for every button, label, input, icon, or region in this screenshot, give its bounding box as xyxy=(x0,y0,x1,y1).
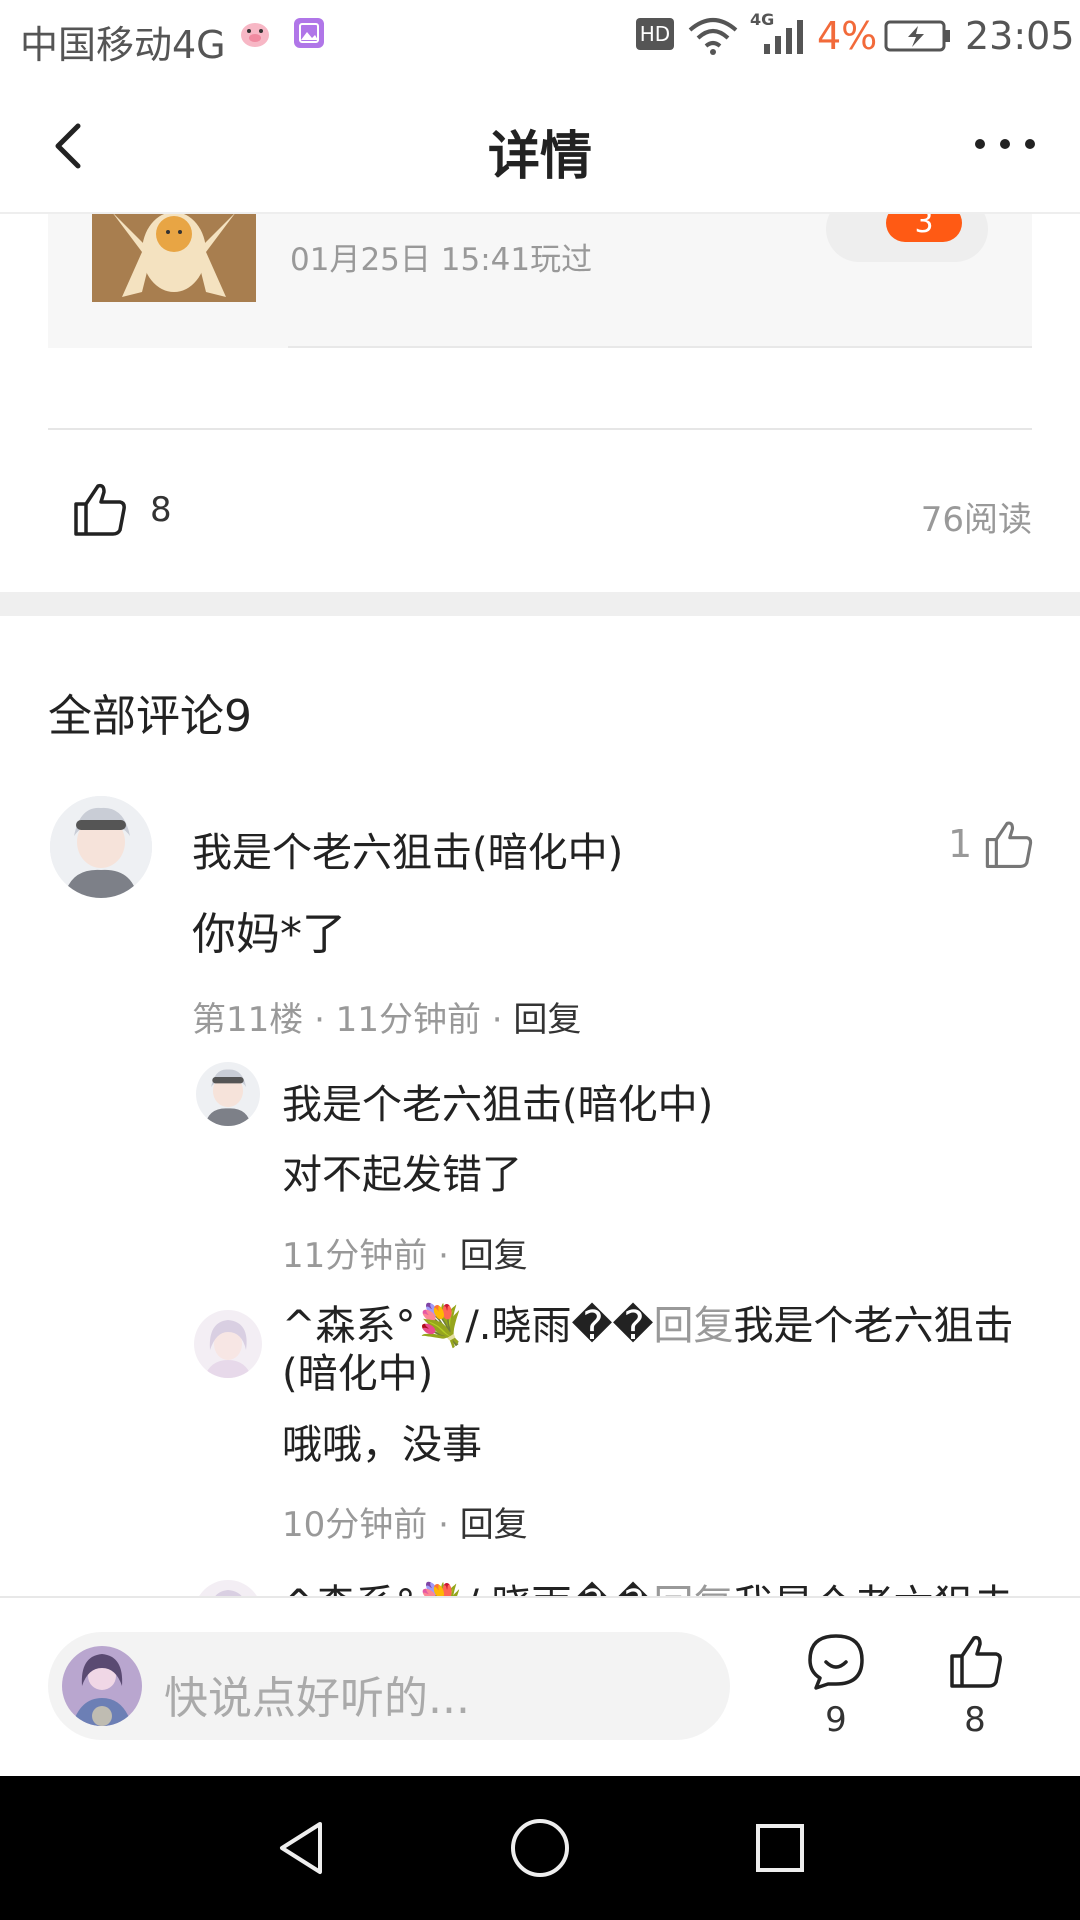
nav-recents-icon[interactable] xyxy=(748,1816,812,1884)
reply-time: 11分钟前 · xyxy=(282,1236,460,1276)
thumbs-up-icon[interactable] xyxy=(982,818,1034,874)
avatar[interactable] xyxy=(50,796,152,898)
carrier-name: 中国移动4G xyxy=(20,23,226,67)
played-time: 01月25日 15:41玩过 xyxy=(290,242,593,278)
comment-input-placeholder[interactable]: 快说点好听的... xyxy=(164,1662,470,1726)
comment-like-count: 1 xyxy=(948,822,973,866)
reply-author[interactable]: ^森系°💐/.晓雨�� xyxy=(282,1303,654,1349)
reply-author[interactable]: 我是个老六狙击(暗化中) xyxy=(282,1072,713,1130)
clock: 23:05 xyxy=(965,14,1075,58)
avatar[interactable] xyxy=(194,1310,262,1378)
reply-button[interactable]: 回复 xyxy=(460,1505,528,1545)
thumbs-up-icon[interactable] xyxy=(70,480,128,542)
signal-icon xyxy=(762,18,810,60)
hd-icon: HD xyxy=(636,18,674,50)
page-title: 详情 xyxy=(487,127,592,187)
reply-target[interactable]: (暗化中) xyxy=(282,1351,433,1397)
reply-word: 回复 xyxy=(653,1303,734,1349)
battery-percent: 4% xyxy=(817,14,878,58)
comments-title: 全部评论9 xyxy=(48,691,252,742)
like-count: 8 xyxy=(150,490,172,530)
reply-meta: 10分钟前 · 回复 xyxy=(282,1497,528,1546)
reply-button[interactable]: 回复 xyxy=(460,1236,528,1276)
reply-content: 哦哦，没事 xyxy=(282,1422,482,1468)
game-thumbnail[interactable] xyxy=(92,212,256,302)
comment-content: 你妈*了 xyxy=(192,909,346,960)
read-count: 76阅读 xyxy=(920,500,1032,540)
header: 详情 xyxy=(0,80,1080,214)
avatar xyxy=(62,1646,142,1726)
reply-content: 对不起发错了 xyxy=(282,1152,522,1198)
reply-target[interactable]: 我是个老六狙击 xyxy=(734,1303,1014,1349)
nav-home-icon[interactable] xyxy=(508,1816,572,1884)
reply-meta: 11分钟前 · 回复 xyxy=(282,1228,528,1277)
comment-author[interactable]: 我是个老六狙击(暗化中) xyxy=(192,820,623,878)
comment-count: 9 xyxy=(825,1700,847,1740)
thumbs-up-icon[interactable] xyxy=(946,1632,1004,1694)
reply-time: 10分钟前 · xyxy=(282,1505,460,1545)
comment-icon[interactable] xyxy=(806,1632,866,1694)
gallery-icon xyxy=(292,16,326,54)
wifi-icon xyxy=(686,16,740,60)
navigation-bar xyxy=(0,1776,1080,1920)
battery-charging-icon xyxy=(884,20,952,56)
pig-icon xyxy=(238,16,272,54)
divider xyxy=(288,346,1032,348)
nav-back-icon[interactable] xyxy=(270,1816,334,1884)
comment-floor-time: 第11楼 · 11分钟前 · xyxy=(192,1000,514,1040)
section-divider xyxy=(0,592,1080,616)
like-count: 8 xyxy=(964,1700,986,1740)
reply-header: ^森系°💐/.晓雨��回复我是个老六狙击 (暗化中) xyxy=(282,1302,1032,1398)
avatar[interactable] xyxy=(196,1062,260,1126)
more-dots-icon[interactable] xyxy=(972,124,1042,164)
reply-button[interactable]: 回复 xyxy=(513,1000,581,1040)
divider xyxy=(48,428,1032,430)
status-bar: 中国移动4G HD 4G 4% 23:05 xyxy=(0,0,1080,80)
comment-meta: 第11楼 · 11分钟前 · 回复 xyxy=(192,992,581,1041)
